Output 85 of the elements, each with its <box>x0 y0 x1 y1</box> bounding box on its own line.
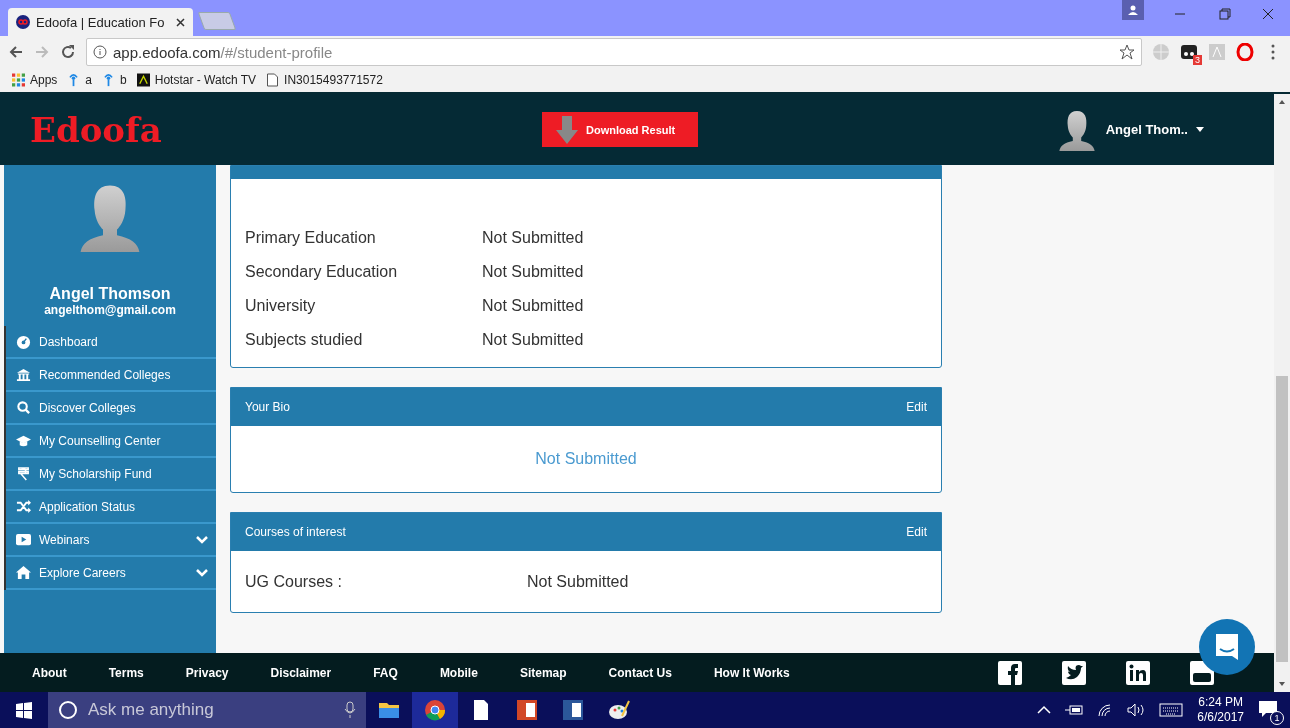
bookmark-link[interactable]: Hotstar - Watch TV <box>154 73 257 87</box>
star-logo-icon <box>136 73 150 87</box>
sidebar-item[interactable]: Explore Careers <box>6 557 216 590</box>
microphone-icon[interactable] <box>344 701 356 719</box>
infinity-logo-icon <box>16 15 30 29</box>
card-title: Courses of interest <box>245 525 346 539</box>
sidebar-item[interactable]: Discover Colleges <box>6 392 216 425</box>
chevron-up-icon[interactable] <box>1037 705 1052 715</box>
footer-link[interactable]: Privacy <box>185 665 229 680</box>
close-icon[interactable] <box>176 17 185 27</box>
field-label: Subjects studied <box>245 331 364 349</box>
footer-link[interactable]: Sitemap <box>519 665 567 680</box>
extension-icon[interactable] <box>1180 43 1198 61</box>
twitter-icon[interactable] <box>1062 660 1086 685</box>
bio-text: Not Submitted <box>534 449 638 469</box>
sidebar-item[interactable]: Dashboard <box>6 326 216 359</box>
clock-time[interactable]: 6:24 PM <box>1197 695 1244 710</box>
taskbar-search-field[interactable]: Ask me anything <box>86 699 336 721</box>
field-value: Not Submitted <box>482 229 584 247</box>
back-icon[interactable] <box>8 44 24 60</box>
opera-icon[interactable] <box>1236 43 1254 61</box>
footer-link[interactable]: About <box>32 665 67 680</box>
footer-link[interactable]: Contact Us <box>608 665 672 680</box>
facebook-icon[interactable] <box>998 660 1022 685</box>
edit-link[interactable]: Edit <box>906 525 927 539</box>
sidebar-item[interactable]: Application Status <box>6 491 216 524</box>
speaker-icon[interactable] <box>1127 703 1146 717</box>
footer-link[interactable]: Mobile <box>439 665 478 680</box>
bookmark-link[interactable]: a <box>85 73 93 87</box>
user-menu[interactable]: Angel Thom.. <box>1105 122 1188 137</box>
chat-bubble-icon[interactable] <box>1199 619 1255 675</box>
bank-icon <box>16 367 31 382</box>
notification-count: 1 <box>1270 711 1284 725</box>
graduation-cap-icon <box>16 433 31 448</box>
field-label: University <box>245 297 317 315</box>
sidebar-item[interactable]: My Scholarship Fund <box>6 458 216 491</box>
linkedin-icon[interactable] <box>1126 660 1150 685</box>
sidebar-item[interactable]: Recommended Colleges <box>6 359 216 392</box>
download-result-button[interactable]: Download Result <box>542 112 698 147</box>
rupee-icon <box>16 466 31 481</box>
field-value: Not Submitted <box>482 331 584 349</box>
footer-link[interactable]: FAQ <box>373 665 398 680</box>
browser-tab[interactable]: Edoofa | Education Fo <box>8 8 193 36</box>
field-value: Not Submitted <box>482 263 584 281</box>
address-bar[interactable]: app.edoofa.com/#/student-profile <box>86 38 1142 66</box>
field-value: Not Submitted <box>527 573 629 591</box>
chrome-icon[interactable] <box>412 692 458 728</box>
profile-icon[interactable] <box>1122 0 1144 20</box>
clock-date[interactable]: 6/6/2017 <box>1197 710 1244 725</box>
play-icon <box>16 532 31 547</box>
profile-name: Angel Thomson <box>48 285 172 303</box>
search-icon <box>16 400 31 415</box>
field-value: Not Submitted <box>482 297 584 315</box>
profile-email: angelthom@gmail.com <box>43 303 177 317</box>
reload-icon[interactable] <box>60 44 76 60</box>
taskbar-search-box[interactable]: Ask me anything <box>48 692 366 728</box>
field-label: Primary Education <box>245 229 377 247</box>
info-icon[interactable] <box>93 45 107 59</box>
bookmark-link[interactable]: IN3015493771572 <box>284 73 383 87</box>
sidebar-item[interactable]: My Counselling Center <box>6 425 216 458</box>
field-label: Secondary Education <box>245 263 399 281</box>
card-title: Your Bio <box>245 400 290 414</box>
speedometer-icon <box>16 334 31 349</box>
sidebar-item[interactable]: Webinars <box>6 524 216 557</box>
home-icon <box>16 565 31 580</box>
notifications-icon[interactable] <box>1258 699 1278 719</box>
download-arrow-icon <box>556 115 578 144</box>
shuffle-icon <box>16 499 31 514</box>
apps-grid-icon <box>12 73 25 87</box>
cortana-circle-icon[interactable] <box>58 700 78 720</box>
footer-link[interactable]: Disclaimer <box>270 665 332 680</box>
battery-icon[interactable] <box>1065 704 1084 716</box>
keyboard-icon[interactable] <box>1159 703 1184 717</box>
caret-icon[interactable] <box>1196 127 1204 132</box>
footer-link[interactable]: How It Works <box>713 665 790 680</box>
extension-badge: 3 <box>1193 55 1202 65</box>
bookmark-link[interactable]: b <box>120 73 127 87</box>
field-label: UG Courses : <box>245 573 343 591</box>
chevron-down-icon[interactable] <box>196 535 208 544</box>
page-icon <box>266 73 280 87</box>
edit-link[interactable]: Edit <box>906 400 927 414</box>
bookmark-star-icon[interactable] <box>1119 44 1135 60</box>
chevron-down-icon[interactable] <box>196 568 208 577</box>
footer-link[interactable]: Terms <box>108 665 144 680</box>
bookmark-link[interactable]: Apps <box>30 73 58 87</box>
